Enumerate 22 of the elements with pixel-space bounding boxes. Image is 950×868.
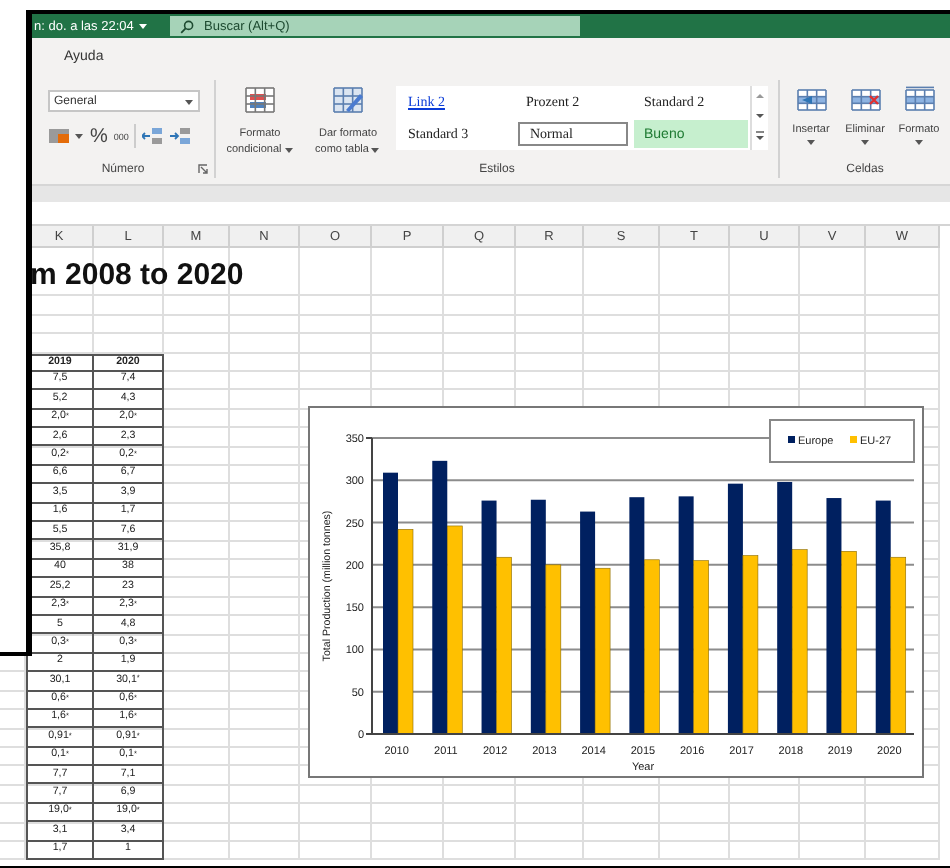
caret-icon — [860, 138, 870, 146]
caret-icon — [806, 138, 816, 146]
currency-icon — [48, 128, 70, 144]
caret-icon — [74, 132, 84, 140]
caret-icon — [914, 138, 924, 146]
increase-decimal-icon — [142, 126, 165, 146]
currency-button[interactable] — [48, 128, 84, 144]
sheet-title: m 2008 to 2020 — [30, 258, 244, 292]
dialog-launcher-icon — [198, 164, 208, 174]
more-icon — [752, 126, 768, 146]
percent-button[interactable]: % — [90, 125, 108, 147]
decrease-decimal-icon — [170, 126, 193, 146]
caret-icon — [283, 146, 294, 154]
search-icon — [180, 19, 194, 33]
caret-icon — [184, 97, 194, 105]
delete-cells-icon — [849, 86, 881, 112]
conditional-format-icon — [244, 86, 276, 114]
caret-icon — [138, 22, 148, 30]
insert-cells-icon — [795, 86, 827, 112]
format-cells-icon — [903, 86, 935, 112]
caret-icon — [370, 146, 381, 154]
table-pen-icon — [332, 86, 364, 114]
